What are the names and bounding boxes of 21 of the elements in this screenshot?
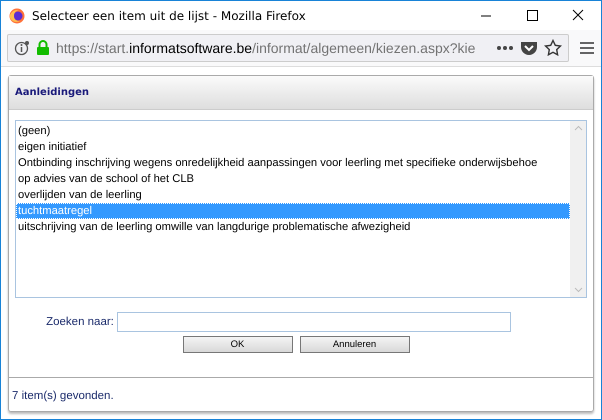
browser-logo-icon — [9, 8, 25, 24]
window-title: Selecteer een item uit de lijst - Mozilla Firefox — [32, 8, 307, 22]
list-item[interactable]: (geen) — [16, 123, 570, 139]
list-item[interactable]: eigen initiatief — [16, 139, 570, 155]
search-field[interactable] — [116, 312, 511, 332]
status-text: 7 item(s) gevonden. — [12, 390, 114, 402]
list-item[interactable]: op advies van de school of het CLB — [16, 171, 570, 187]
panel-title: Aanleidingen — [15, 87, 90, 98]
list-item[interactable]: Ontbinding inschrijving wegens onredelijkheid aanpassingen voor leerling met specifieke onderwijsbehoe — [16, 155, 570, 171]
address-bar[interactable]: https://start.informatsoftware.be/informat/algemeen/kiezen.aspx?kie — [7, 34, 569, 62]
dialog-button[interactable]: Annuleren — [300, 336, 410, 353]
search-label: Zoeken naar: — [46, 316, 114, 328]
star-icon[interactable] — [544, 39, 562, 57]
list-box[interactable] — [15, 120, 587, 298]
menu-icon[interactable] — [579, 41, 595, 55]
pocket-icon[interactable] — [520, 40, 538, 56]
list-item[interactable]: overlijden van de leerling — [16, 187, 570, 203]
info-icon[interactable] — [14, 40, 30, 56]
dialog-button[interactable]: OK — [182, 336, 292, 353]
more-icon[interactable] — [496, 45, 514, 51]
list-item[interactable]: uitschrijving van de leerling omwille van langdurige problematische afwezigheid — [16, 219, 570, 235]
